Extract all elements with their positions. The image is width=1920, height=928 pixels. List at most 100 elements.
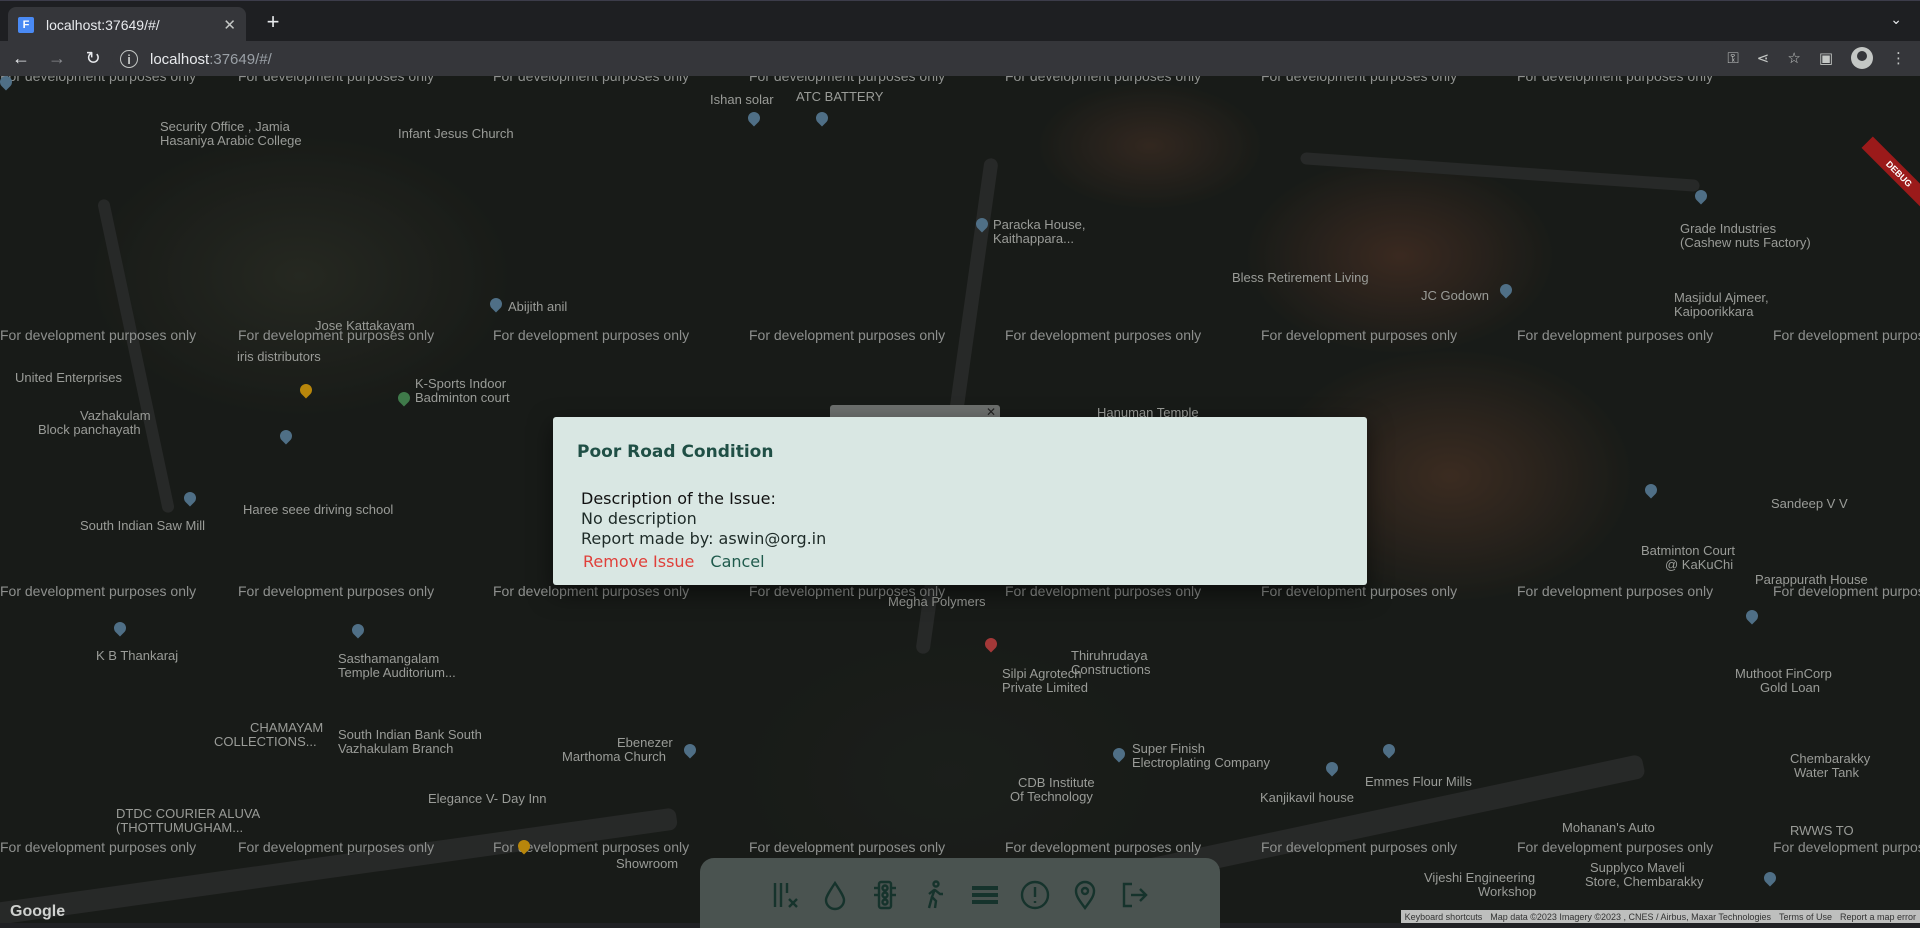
water-drop-icon[interactable] [817, 877, 853, 913]
back-arrow-icon[interactable]: ← [6, 44, 36, 74]
dev-watermark: For development purposes only [1005, 327, 1202, 343]
map-place-label: South Indian Bank South [338, 727, 482, 742]
forward-arrow-icon[interactable]: → [42, 44, 72, 74]
browser-tab-bar: F localhost:37649/#/ ✕ + ⌄ [0, 0, 1920, 42]
site-info-icon[interactable]: i [120, 50, 138, 68]
dialog-title: Poor Road Condition [577, 442, 774, 462]
map-place-label: Vazhakulam [80, 408, 151, 423]
map-place-label: Block panchayath [38, 422, 141, 437]
tab-close-icon[interactable]: ✕ [223, 16, 236, 34]
map-place-label: COLLECTIONS... [214, 734, 317, 749]
dialog-body: Description of the Issue: No description… [581, 489, 826, 549]
remove-issue-button[interactable]: Remove Issue [583, 552, 694, 571]
map-place-label: Vazhakulam Branch [338, 741, 454, 756]
dev-watermark: For development purposes only [1005, 76, 1202, 84]
dev-watermark: For development purposes only [0, 76, 197, 84]
map-place-label: Grade Industries [1680, 221, 1777, 236]
map-place-label: Electroplating Company [1132, 755, 1271, 770]
map-place-label: (THOTTUMUGHAM... [116, 820, 244, 835]
cancel-button[interactable]: Cancel [710, 552, 764, 571]
new-tab-button[interactable]: + [260, 9, 286, 35]
dev-watermark: For development purposes only [1261, 839, 1458, 855]
reload-icon[interactable]: ↻ [78, 44, 108, 74]
dev-watermark: For development purposes only [0, 839, 197, 855]
flutter-favicon-icon: F [18, 16, 34, 33]
dev-watermark: For development purposes only [1773, 839, 1920, 855]
map-data-credit: Map data ©2023 Imagery ©2023 , CNES / Ai… [1490, 911, 1771, 922]
map-place-label: iris distributors [237, 349, 321, 364]
dev-watermark: For development purposes only [0, 327, 197, 343]
map-place-label: Thiruhrudaya [1071, 648, 1148, 663]
map-place-label: Abijith anil [508, 299, 568, 314]
traffic-signal-filter-icon[interactable] [767, 877, 803, 913]
map-place-label: Supplyco Maveli [1590, 860, 1685, 875]
map-place-label: Store, Chembarakky [1585, 874, 1704, 889]
map-place-label: United Enterprises [15, 370, 122, 385]
dev-watermark: For development purposes only [0, 583, 197, 599]
map-place-label: Badminton court [415, 390, 510, 405]
dev-watermark: For development purposes only [1005, 583, 1202, 599]
tab-search-chevron-icon[interactable]: ⌄ [1890, 11, 1902, 28]
map-place-label: Sasthamangalam [338, 651, 440, 666]
dev-watermark: For development purposes only [1517, 839, 1714, 855]
description-heading: Description of the Issue: [581, 489, 776, 508]
map-place-label: DTDC COURIER ALUVA [116, 806, 261, 821]
dev-watermark: For development purposes only [749, 76, 946, 84]
description-text: No description [581, 509, 697, 528]
tab-title: localhost:37649/#/ [46, 16, 160, 33]
map-place-label: Marthoma Church [562, 749, 667, 764]
dev-watermark: For development purposes only [749, 327, 946, 343]
map-place-label: Temple Auditorium... [338, 665, 456, 680]
address-bar[interactable]: i localhost:37649/#/ [112, 44, 1724, 74]
key-icon[interactable]: ⚿ [1727, 50, 1738, 67]
bookmark-star-icon[interactable]: ☆ [1787, 49, 1800, 67]
share-icon[interactable]: ⋖ [1757, 49, 1770, 67]
dev-watermark: For development purposes only [1517, 327, 1714, 343]
browser-menu-icon[interactable]: ⋮ [1891, 49, 1906, 67]
map-place-label: K-Sports Indoor [415, 376, 507, 391]
map-place-label: Batminton Court [1641, 543, 1735, 558]
terms-of-use-link[interactable]: Terms of Use [1779, 912, 1832, 922]
dev-watermark: For development purposes only [1517, 76, 1714, 84]
pedestrian-icon[interactable] [917, 877, 953, 913]
map-place-label: Chembarakky [1790, 751, 1871, 766]
map-place-label: Bless Retirement Living [1232, 270, 1369, 285]
url-text: localhost:37649/#/ [150, 51, 272, 68]
map-place-label: Workshop [1478, 884, 1537, 899]
map-place-label: CHAMAYAM [250, 720, 324, 735]
map-place-label: Infant Jesus Church [398, 126, 514, 141]
dev-watermark: For development purposes only [238, 839, 435, 855]
url-path: :37649/#/ [209, 50, 272, 68]
map-place-label: Kaithappara... [993, 231, 1074, 246]
map-place-label: ATC BATTERY [796, 89, 884, 104]
map-place-label: Vijeshi Engineering [1424, 870, 1536, 885]
map-place-label: CDB Institute [1018, 775, 1095, 790]
dev-watermark: For development purposes only [1773, 327, 1920, 343]
traffic-light-icon[interactable] [867, 877, 903, 913]
road-icon[interactable] [967, 877, 1003, 913]
dev-watermark: For development purposes only [493, 327, 690, 343]
dev-watermark: For development purposes only [749, 839, 946, 855]
browser-toolbar: ← → ↻ i localhost:37649/#/ ⚿ ⋖ ☆ ▣ ⋮ [0, 41, 1920, 76]
map-place-label: Sandeep V V [1771, 496, 1848, 511]
dev-watermark: For development purposes only [1261, 327, 1458, 343]
report-map-error-link[interactable]: Report a map error [1840, 912, 1916, 922]
url-host: localhost [150, 50, 210, 68]
side-panel-icon[interactable]: ▣ [1819, 49, 1833, 67]
map-place-label: JC Godown [1421, 288, 1489, 303]
browser-tab[interactable]: F localhost:37649/#/ ✕ [8, 7, 246, 42]
keyboard-shortcuts-link[interactable]: Keyboard shortcuts [1405, 912, 1483, 922]
google-logo: Google [10, 903, 66, 920]
alert-icon[interactable] [1017, 877, 1053, 913]
dev-watermark: For development purposes only [493, 76, 690, 84]
map-place-label: Hasaniya Arabic College [160, 133, 302, 148]
map-place-label: Parappurath House [1755, 572, 1868, 587]
profile-avatar-icon[interactable] [1851, 47, 1873, 69]
location-pin-icon[interactable] [1067, 877, 1103, 913]
dev-watermark: For development purposes only [1261, 76, 1458, 84]
dev-watermark: For development purposes only [238, 583, 435, 599]
logout-icon[interactable] [1117, 877, 1153, 913]
dev-watermark: For development purposes only [1005, 839, 1202, 855]
map-place-label: @ KaKuChi [1665, 557, 1734, 572]
map-place-label: (Cashew nuts Factory) [1680, 235, 1811, 250]
